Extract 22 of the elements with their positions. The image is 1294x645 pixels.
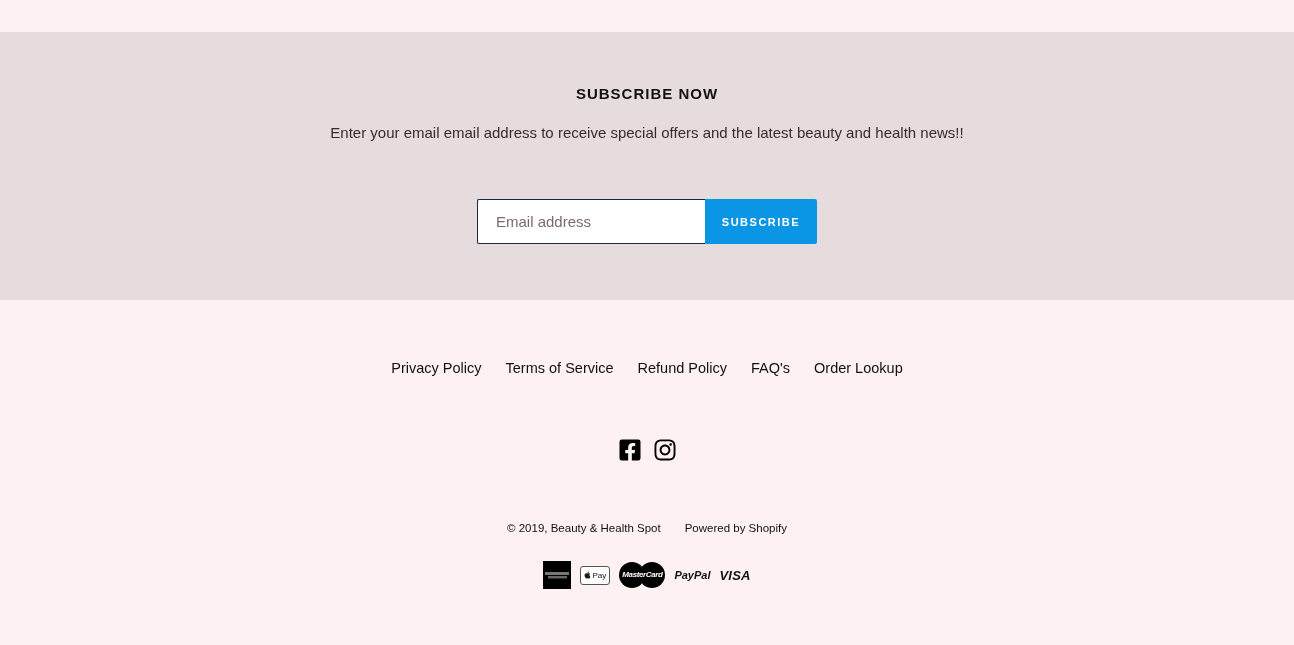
pay-label: Pay — [592, 570, 607, 580]
footer-link[interactable]: Order Lookup — [814, 358, 903, 378]
powered-by-link[interactable]: Powered by Shopify — [684, 520, 787, 536]
mastercard-label: MasterCard — [621, 570, 664, 580]
facebook-link[interactable] — [617, 438, 642, 462]
card-tile-icon — [543, 561, 572, 589]
overlapping-circles-icon — [619, 562, 666, 588]
email-input[interactable]: Email address — [477, 199, 705, 244]
footer-link[interactable]: Terms of Service — [505, 358, 614, 378]
footer-link[interactable]: Privacy Policy — [391, 358, 482, 378]
footer-link[interactable]: FAQ's — [751, 358, 791, 378]
apple-icon — [584, 571, 592, 579]
newsletter-description: Enter your email email address to receive special offers and the latest beauty and health news!! — [330, 123, 964, 143]
footer-link[interactable]: Refund Policy — [637, 358, 727, 378]
paypal-logo: PayPal — [674, 568, 711, 582]
visa-logo: VISA — [719, 567, 751, 583]
newsletter-title: SUBSCRIBE NOW — [575, 85, 719, 103]
facebook-icon — [617, 438, 642, 462]
copyright-text: © 2019, Beauty & Health Spot — [507, 521, 661, 536]
instagram-link[interactable] — [652, 438, 677, 462]
instagram-icon — [652, 438, 677, 462]
store-link[interactable]: Beauty & Health Spot — [550, 522, 661, 534]
